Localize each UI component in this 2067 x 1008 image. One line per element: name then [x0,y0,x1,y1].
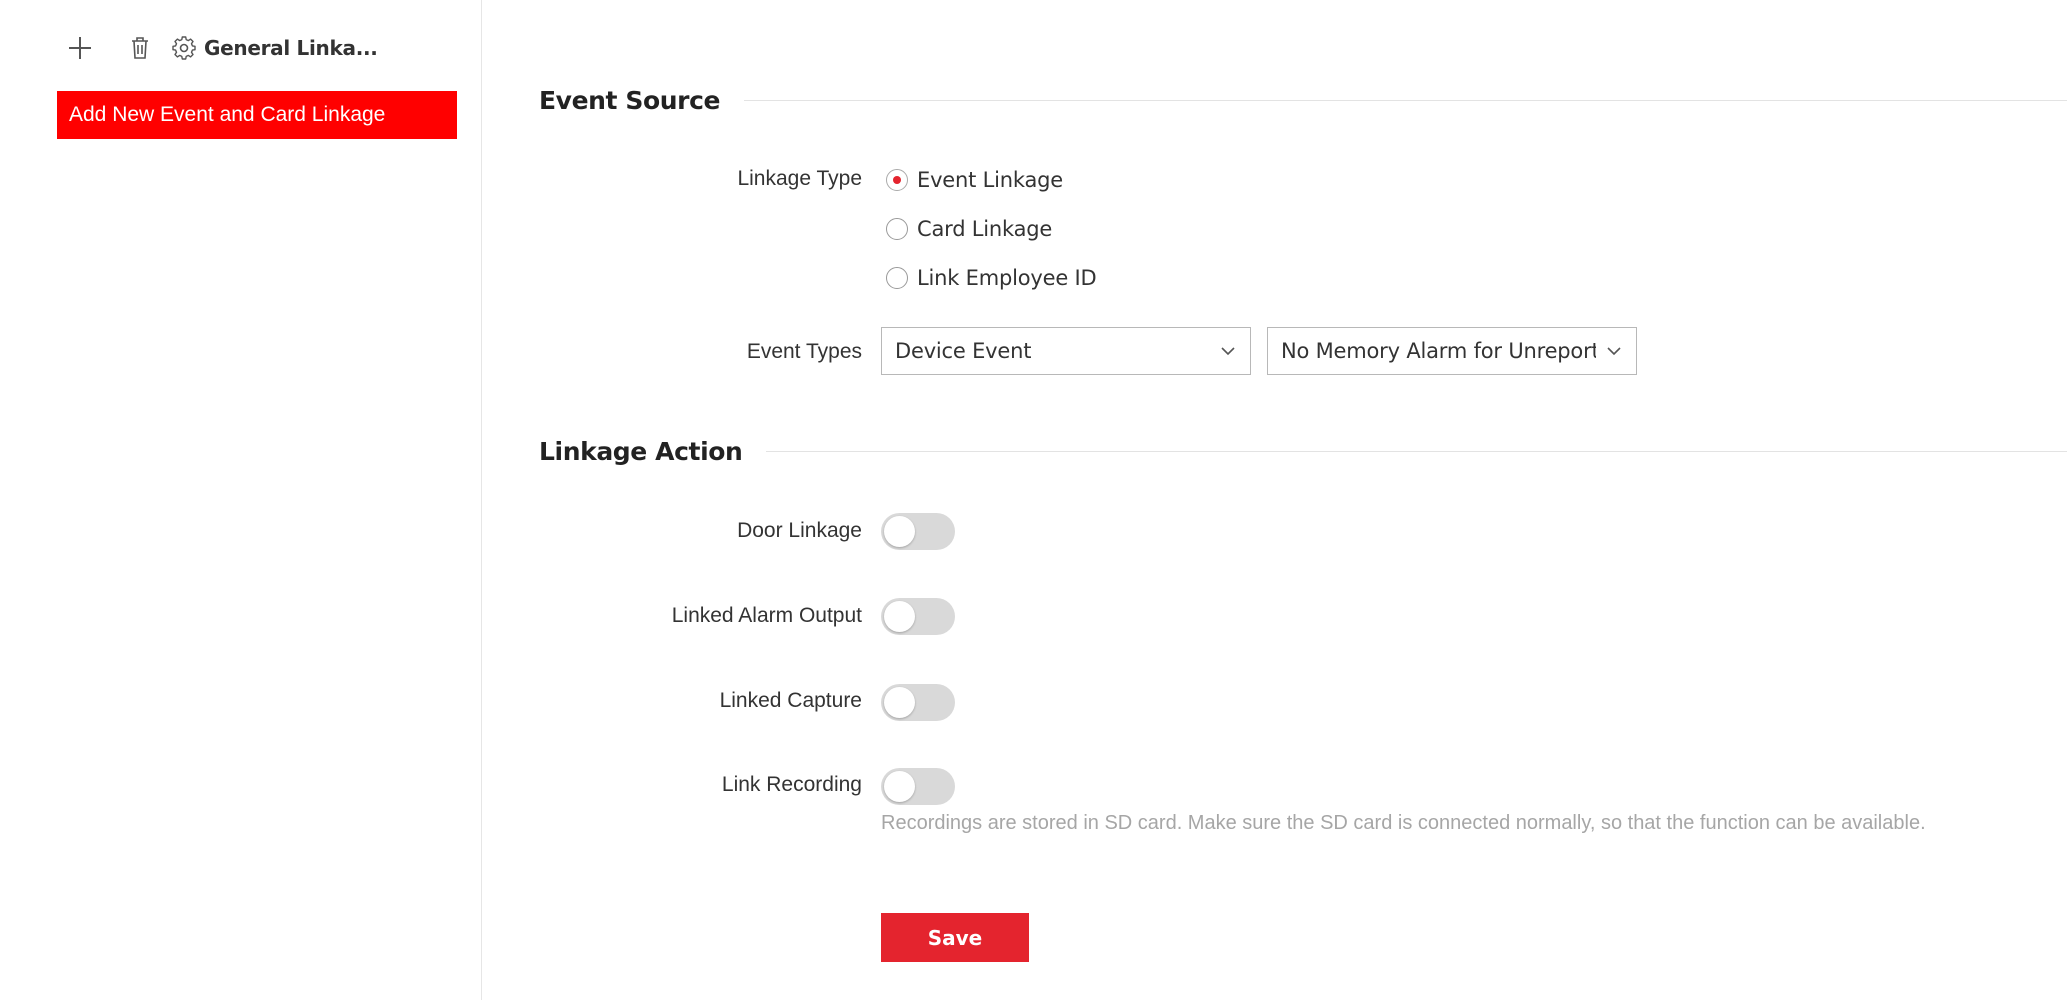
recording-hint-text: Recordings are stored in SD card. Make s… [881,812,1926,834]
radio-link-employee-id[interactable]: Link Employee ID [886,266,1097,290]
radio-card-linkage[interactable]: Card Linkage [886,217,1052,241]
general-linkage-link[interactable]: General Linka... [204,36,378,60]
toggle-knob [884,771,915,802]
select-value: No Memory Alarm for Unreported [1281,339,1596,363]
event-source-header: Event Source [539,86,2067,115]
section-divider [744,100,2067,101]
event-types-label: Event Types [746,340,862,363]
chevron-down-icon [1607,347,1621,356]
event-source-title: Event Source [539,86,721,115]
sidebar-toolbar: General Linka... [64,30,378,66]
door-linkage-toggle[interactable] [881,513,955,550]
linkage-type-label: Linkage Type [737,167,862,190]
section-divider [766,451,2067,452]
main-panel: Event Source Linkage Type Event Linkage … [482,0,2067,1008]
radio-label: Card Linkage [917,217,1053,241]
event-type-select[interactable]: No Memory Alarm for Unreported [1267,327,1637,375]
sidebar: General Linka... Add New Event and Card … [0,0,482,1000]
chevron-down-icon [1221,347,1235,356]
radio-button[interactable] [886,169,908,191]
linkage-action-header: Linkage Action [539,437,2067,466]
plus-icon[interactable] [64,32,96,64]
link-recording-label: Link Recording [721,773,862,796]
radio-button[interactable] [886,218,908,240]
linked-capture-toggle[interactable] [881,684,955,721]
radio-button[interactable] [886,267,908,289]
toggle-knob [884,687,915,718]
gear-icon[interactable] [170,32,198,64]
toggle-knob [884,516,915,547]
linkage-action-title: Linkage Action [539,437,743,466]
save-button[interactable]: Save [881,913,1029,962]
radio-label: Event Linkage [917,168,1063,192]
link-recording-toggle[interactable] [881,768,955,805]
list-item-add-new-linkage[interactable]: Add New Event and Card Linkage [57,91,457,139]
trash-icon[interactable] [126,32,154,64]
door-linkage-label: Door Linkage [737,519,862,542]
event-category-select[interactable]: Device Event [881,327,1251,375]
select-value: Device Event [895,339,1032,363]
radio-label: Link Employee ID [917,266,1097,290]
toggle-knob [884,601,915,632]
radio-event-linkage[interactable]: Event Linkage [886,168,1063,192]
linked-capture-label: Linked Capture [719,689,862,712]
linked-alarm-output-label: Linked Alarm Output [671,604,862,627]
linked-alarm-output-toggle[interactable] [881,598,955,635]
